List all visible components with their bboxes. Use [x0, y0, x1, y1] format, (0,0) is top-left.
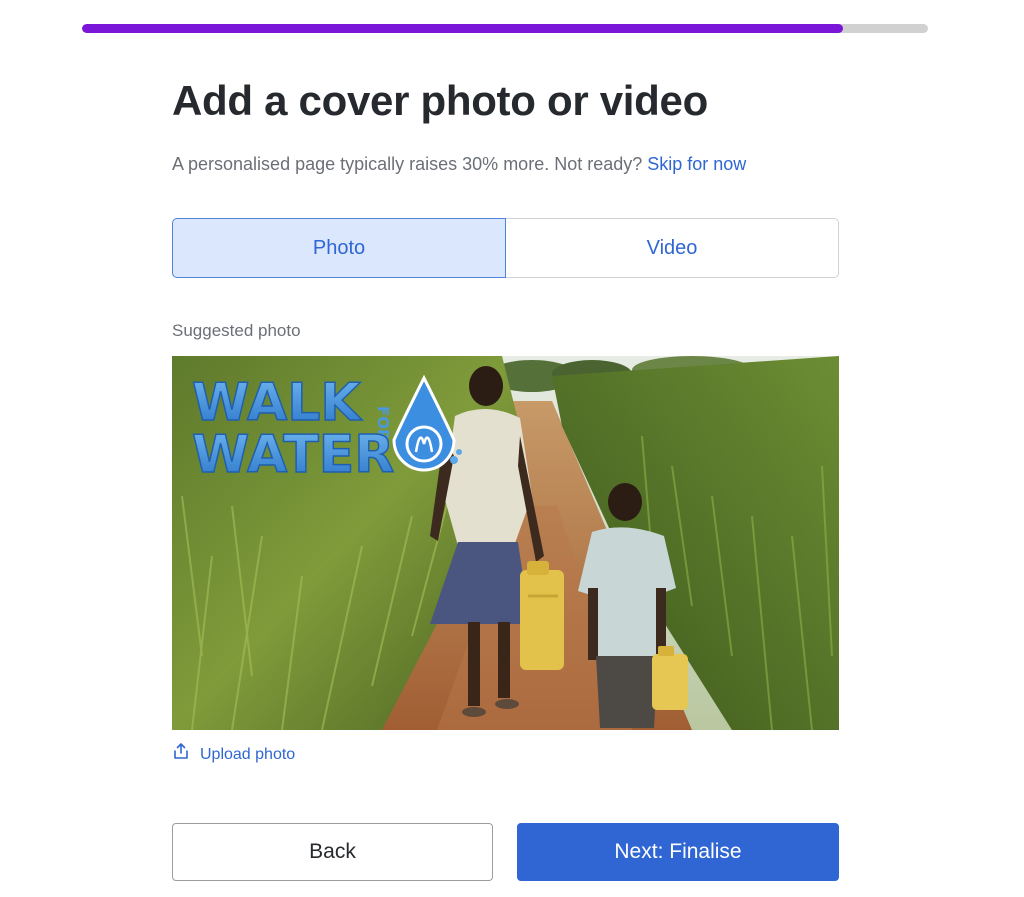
suggested-photo-label: Suggested photo: [172, 321, 301, 340]
upload-photo-link[interactable]: Upload photo: [172, 742, 295, 768]
skip-for-now-link[interactable]: Skip for now: [647, 154, 746, 174]
suggested-photo[interactable]: WALK FOR WATER: [172, 356, 839, 730]
back-button[interactable]: Back: [172, 823, 493, 881]
subtitle: A personalised page typically raises 30%…: [172, 151, 746, 177]
next-finalise-button[interactable]: Next: Finalise: [517, 823, 839, 881]
upload-photo-label: Upload photo: [200, 746, 296, 763]
suggested-photo-image: WALK FOR WATER: [172, 356, 839, 730]
tab-video[interactable]: Video: [506, 218, 839, 278]
page-title: Add a cover photo or video: [172, 77, 708, 124]
media-type-toggle: Photo Video: [172, 218, 839, 278]
logo-text-water: WATER: [192, 425, 394, 485]
progress-bar: [82, 24, 928, 33]
tab-photo[interactable]: Photo: [172, 218, 506, 278]
walk-for-water-logo: WALK FOR WATER: [191, 372, 462, 486]
logo-text-walk: WALK: [192, 373, 362, 433]
progress-bar-fill: [82, 24, 844, 33]
subtitle-text: A personalised page typically raises 30%…: [172, 154, 643, 174]
upload-icon: [172, 742, 190, 768]
